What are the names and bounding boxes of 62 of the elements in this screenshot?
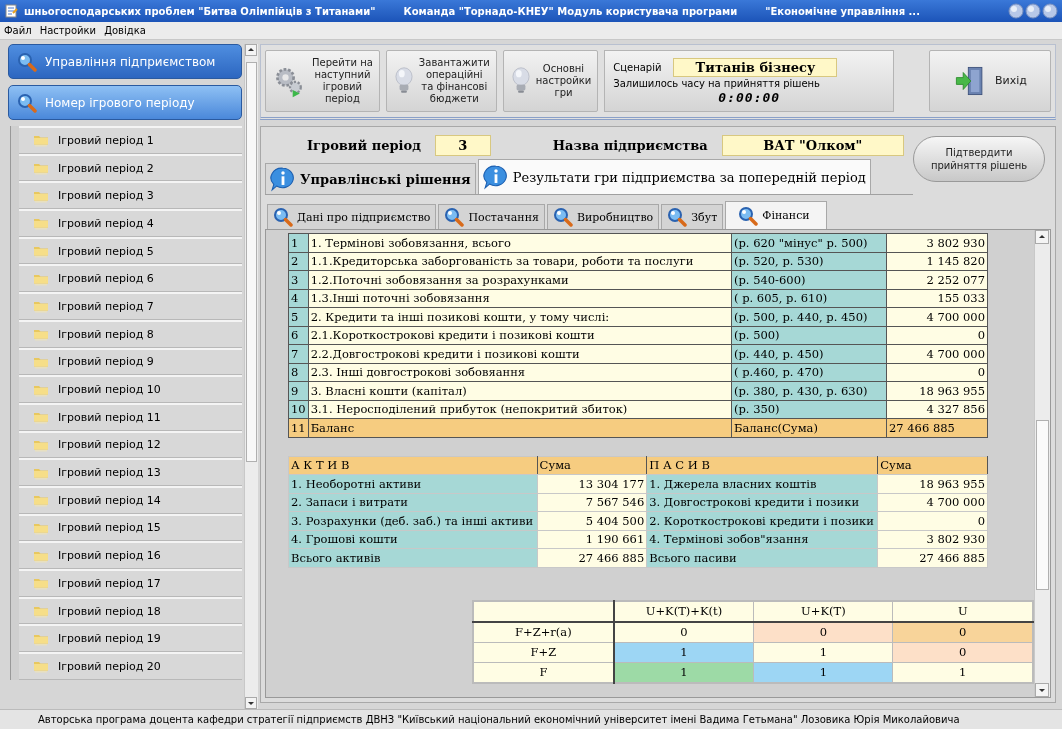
sidebar-item[interactable]: Ігровий період 14 [19,485,243,514]
column-header: U+K(T)+K(t) [613,600,754,622]
sidebar-item[interactable]: Ігровий період 20 [19,652,243,680]
row-header: F+Z+r(a) [473,621,614,642]
column-header: А К Т И В [288,456,538,475]
column-header: Сума [537,456,647,475]
sidebar-item[interactable]: Ігровий період 2 [19,153,243,182]
timer-label: Залишилось часу на прийняття рішень [613,77,821,89]
sidebar-item[interactable]: Ігровий період 19 [19,624,243,653]
sidebar-item[interactable]: Ігровий період 10 [19,375,243,403]
company-field: ВАТ "Олком" [721,134,904,156]
period-field: 3 [434,134,491,156]
table-cell: 1. Термінові зобовязання, всього [308,233,732,252]
menu-item[interactable]: Файл [4,25,32,36]
column-header: П А С И В [646,456,878,475]
toolbar-button[interactable]: Перейти на наступний ігровий період [265,50,380,112]
tab[interactable]: Результати гри підприємства за попередній період [477,159,871,194]
tab[interactable]: Фінанси [725,201,827,229]
sidebar-item[interactable]: Ігровий період 15 [19,513,243,542]
sidebar-item[interactable]: Ігровий період 12 [19,430,243,459]
scenario-label: Сценарій [613,61,662,73]
tab[interactable]: Постачання [438,204,545,229]
sidebar-item[interactable]: Ігровий період 17 [19,569,243,597]
row-header: F+Z [473,642,614,662]
column-header: Сума [877,456,988,475]
sidebar-item[interactable]: Ігровий період 9 [19,347,243,376]
tab[interactable]: Збут [661,204,724,229]
exit-button[interactable]: Вихід [929,50,1051,112]
menu-item[interactable]: Довідка [104,25,146,36]
field-label: Назва підприємства [552,137,708,153]
tab[interactable]: Дані про підприємство [267,204,437,229]
window-title: "Економічне управління ... [765,5,920,17]
sidebar-item[interactable]: Ігровий період 3 [19,181,243,210]
menu-item[interactable]: Настройки [39,25,97,36]
sidebar-item[interactable]: Ігровий період 16 [19,541,243,569]
sidebar-item[interactable]: Ігровий період 13 [19,458,243,486]
sidebar-item[interactable]: Ігровий період 6 [19,264,243,293]
timer-value: 0:00:00 [717,89,782,105]
table-cell: 3 802 930 [886,233,988,252]
scenario-value: Титанів бізнесу [673,57,838,77]
confirm-button[interactable]: Підтвердити прийняття рішень [913,136,1045,182]
status-text: Авторська програма доцента кафедри стратегії підприємств ДВНЗ "Київський національний економічний університет імені Вадима Гетьмана" Лозовика Юрія Миколайовича [38,714,960,725]
table-cell: 1 [288,233,309,252]
tab[interactable]: Виробництво [546,204,660,229]
sidebar-item[interactable]: Ігровий період 1 [19,126,243,154]
column-header: U [893,600,1033,622]
window-title: Команда "Торнадо-КНЕУ" Модуль користувача програми [403,5,738,17]
toolbar-button[interactable]: Завантажити операційні та фінансові бюджети [385,50,497,112]
sidebar-item[interactable]: Ігровий період 11 [19,402,243,431]
column-header: U+K(T) [753,600,893,622]
tab[interactable]: Управлінські рішення [265,163,476,194]
sidebar-item[interactable]: Ігровий період 8 [19,319,243,348]
table-cell: (р. 620 "мінус" р. 500) [731,233,887,252]
sidebar-item[interactable]: Ігровий період 5 [19,236,243,265]
toolbar-button[interactable]: Основні настройки гри [502,50,599,112]
sidebar-item[interactable]: Ігровий період 18 [19,596,243,625]
sidebar-item[interactable]: Ігровий період 4 [19,209,243,237]
row-header: F [473,662,614,683]
field-label: Ігровий період [307,137,421,153]
sidebar-header-button[interactable]: Управління підприємством [8,44,243,79]
window-title: шньогосподарських проблем "Битва Олімпійців з Титанами" [24,5,376,17]
sidebar-item[interactable]: Ігровий період 7 [19,292,243,320]
